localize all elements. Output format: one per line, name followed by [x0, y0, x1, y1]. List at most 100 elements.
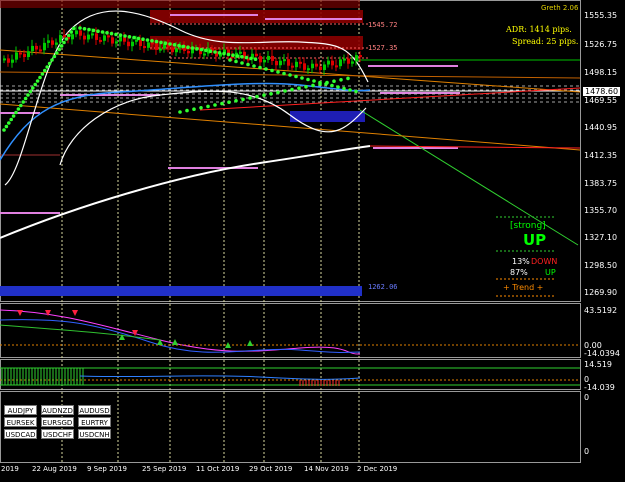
sar-dot: [306, 77, 310, 82]
candle-body: [331, 60, 334, 66]
indicator-name: Greth 2.06: [541, 4, 579, 12]
sar-dot: [136, 36, 141, 41]
candle-body: [123, 37, 126, 42]
candle-body: [119, 37, 122, 42]
sar-dot: [269, 92, 273, 96]
sar-dot: [234, 59, 238, 64]
spread-label: Spread: 25 pips.: [512, 37, 579, 46]
supply-zone: [150, 10, 363, 23]
sar-dot: [105, 31, 109, 35]
sar-dot: [172, 43, 177, 47]
oscillator-tick: -14.0394: [584, 349, 620, 358]
candle-body: [59, 35, 62, 43]
price-tick: 1526.75: [584, 40, 618, 49]
candle-body: [359, 55, 362, 58]
candle-body: [203, 53, 206, 56]
sar-dot: [227, 100, 231, 104]
sar-dot: [33, 82, 37, 87]
sar-dot: [45, 65, 49, 69]
sar-dot: [57, 47, 61, 52]
sar-dot: [330, 83, 334, 88]
candle-body: [83, 35, 86, 40]
candle-body: [23, 53, 26, 58]
candle-body: [143, 46, 146, 49]
candle-body: [3, 58, 6, 61]
strength-label: [strong]: [510, 221, 546, 231]
sar-dot: [96, 29, 100, 33]
sar-dot: [185, 108, 189, 113]
up-pct: 87%: [510, 268, 528, 277]
candle-body: [271, 55, 274, 61]
sar-dot: [154, 39, 159, 44]
sar-dot: [228, 58, 232, 62]
sar-dot: [208, 49, 213, 53]
sar-dot: [145, 38, 150, 42]
sar-dot: [213, 50, 217, 54]
candle-body: [315, 63, 318, 67]
sub-tick: 14.519: [584, 360, 612, 369]
sar-dot: [62, 40, 66, 45]
sar-dot: [262, 93, 266, 97]
candle-body: [171, 47, 174, 53]
candle-body: [79, 30, 82, 36]
pair-button-audusd[interactable]: AUDUSD: [78, 405, 111, 415]
candle-body: [47, 40, 50, 43]
candle-body: [107, 35, 110, 38]
sub-tick: -14.039: [584, 383, 615, 392]
sar-dot: [181, 44, 186, 49]
candle-body: [283, 59, 286, 62]
sar-dot: [35, 79, 40, 83]
candle-body: [159, 48, 162, 51]
candle-body: [127, 41, 130, 47]
pair-button-eursgd[interactable]: EURSGD: [41, 417, 74, 427]
sar-dot: [318, 80, 322, 85]
bottom-tick: 0: [584, 447, 590, 456]
sar-dot: [276, 90, 280, 95]
candle-body: [111, 37, 114, 44]
pair-button-usdchf[interactable]: USDCHF: [41, 429, 74, 439]
sar-dot: [213, 103, 217, 107]
sar-dot: [258, 65, 262, 70]
sar-dot: [123, 34, 127, 38]
sar-dot: [283, 89, 287, 93]
candle-body: [55, 42, 58, 45]
moving-average-long: [0, 145, 371, 239]
sar-dot: [249, 56, 253, 61]
pair-button-audnzd[interactable]: AUDNZD: [41, 405, 74, 415]
candle-body: [15, 52, 18, 60]
candle-body: [99, 39, 102, 42]
sar-dot: [69, 30, 73, 34]
sar-dot: [311, 83, 315, 88]
down-arrow-icon: [72, 310, 78, 316]
candle-body: [327, 60, 330, 65]
price-tick: 1440.95: [584, 123, 618, 132]
sar-dot: [240, 61, 244, 65]
candle-body: [299, 61, 302, 64]
candle-body: [275, 60, 278, 66]
candle-body: [51, 40, 54, 45]
candle-body: [103, 35, 106, 41]
sar-dot: [231, 53, 235, 57]
pair-button-audjpy[interactable]: AUDJPY: [4, 405, 37, 415]
sar-dot: [64, 37, 69, 41]
candle-body: [295, 61, 298, 68]
sar-dot: [82, 27, 87, 31]
sar-dot: [255, 94, 259, 99]
sar-dot: [288, 73, 292, 77]
sar-dot: [159, 40, 163, 45]
sar-dot: [132, 35, 136, 40]
candle-body: [259, 56, 262, 63]
down-arrow-icon: [17, 310, 23, 316]
sar-dot: [150, 39, 154, 43]
candle-body: [311, 63, 314, 69]
candle-body: [63, 35, 66, 38]
pair-button-eurtry[interactable]: EURTRY: [78, 417, 111, 427]
sar-dot: [252, 64, 256, 68]
pair-button-usdcad[interactable]: USDCAD: [4, 429, 37, 439]
pair-button-eursek[interactable]: EURSEK: [4, 417, 37, 427]
pair-button-usdcnh[interactable]: USDCNH: [78, 429, 111, 439]
candle-body: [151, 42, 154, 45]
sar-dot: [7, 121, 11, 125]
sar-dot: [163, 41, 168, 45]
candle-body: [319, 66, 322, 71]
